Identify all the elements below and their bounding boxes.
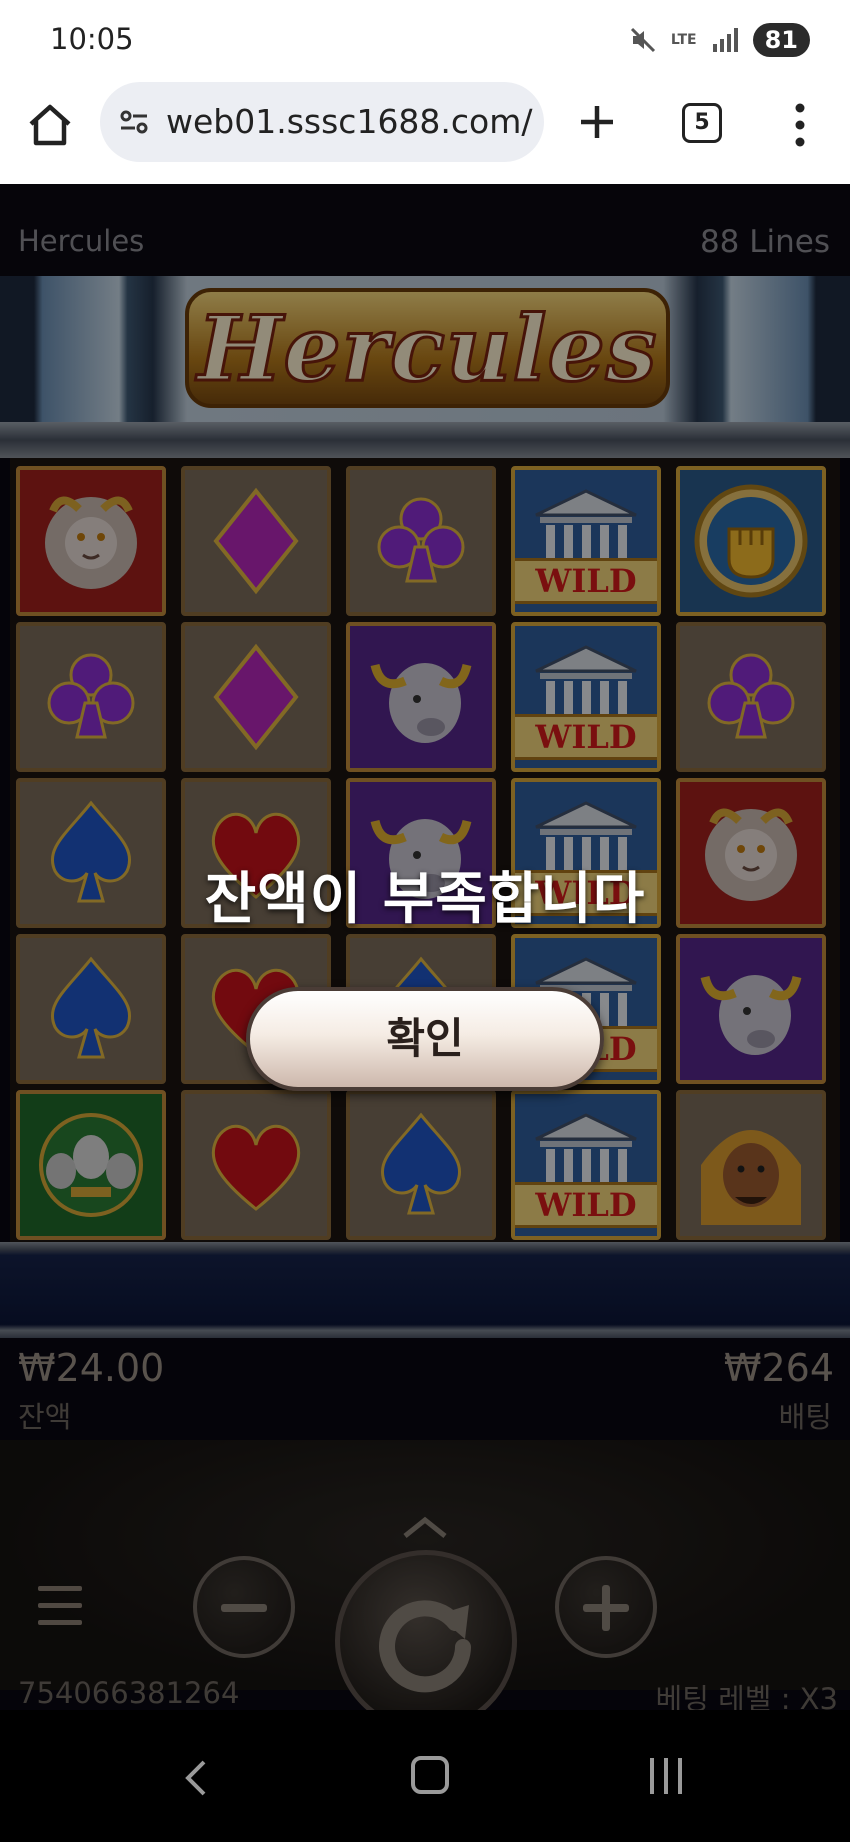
status-time: 10:05 <box>50 22 134 56</box>
address-bar[interactable]: web01.sssc1688.com/ <box>100 82 544 162</box>
signal-icon <box>712 28 738 52</box>
recent-apps-icon[interactable] <box>650 1758 686 1794</box>
site-settings-icon[interactable] <box>118 106 150 138</box>
battery-badge: 81 <box>752 23 810 57</box>
popup-message: 잔액이 부족합니다 <box>204 867 646 932</box>
status-bar: 10:05 LTE 81 <box>0 0 850 80</box>
status-icons: LTE 81 <box>629 20 810 60</box>
browser-toolbar: web01.sssc1688.com/ 5 <box>0 80 850 184</box>
game-area[interactable]: Hercules 88 Lines Hercules WILD WILD WILD W… <box>0 184 850 1710</box>
tab-switcher-button[interactable]: 5 <box>682 103 722 143</box>
new-tab-icon[interactable] <box>575 100 619 144</box>
confirm-button[interactable]: 확인 <box>246 987 604 1091</box>
more-menu-icon[interactable] <box>788 100 812 150</box>
mute-icon <box>630 27 655 53</box>
android-nav-bar <box>0 1710 850 1842</box>
home-nav-icon[interactable] <box>411 1756 449 1794</box>
url-text[interactable]: web01.sssc1688.com/ <box>166 102 533 141</box>
network-label: LTE <box>670 32 697 48</box>
home-icon[interactable] <box>25 100 75 150</box>
dim-overlay <box>0 184 850 1710</box>
back-icon[interactable] <box>178 1758 218 1798</box>
